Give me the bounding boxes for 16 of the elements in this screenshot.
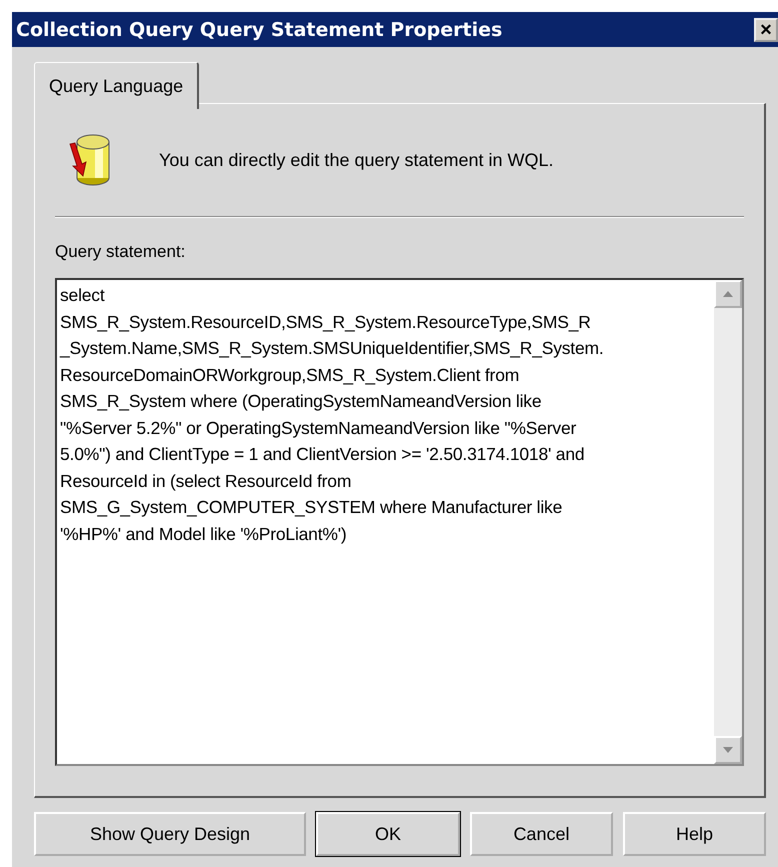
query-field[interactable]: select SMS_R_System.ResourceID,SMS_R_System.ResourceType,SMS_R _System.Name,SMS_R_System.SMSUniqueIdentifier,SMS_R_System. ResourceDomainORWorkgroup,SMS_R_System.Client from SMS_R_System where (OperatingSystemNameandVersion like "%Server 5.2%" or OperatingSystemNameandVersion like "%Server 5.0%") and ClientType = 1 and ClientVersion >= '2.50.3174.1018' and ResourceId in (select ResourceId from SMS_G_System_COMPUTER_SYSTEM where Manufacturer like '%HP%' and Model like '%ProLiant%'): [55, 278, 744, 766]
query-label: Query statement:: [55, 242, 186, 262]
database-icon: [69, 132, 111, 188]
scrollbar[interactable]: [714, 280, 742, 764]
dialog-button[interactable]: OK: [316, 812, 460, 856]
scroll-down-button[interactable]: [714, 736, 742, 764]
scroll-up-button[interactable]: [714, 280, 742, 308]
window-title: Collection Query Query Statement Properties: [16, 18, 502, 40]
down-arrow-icon: [723, 747, 733, 753]
info-text: You can directly edit the query statement in WQL.: [159, 150, 554, 170]
tab[interactable]: Query Language: [34, 62, 200, 109]
dialog-button[interactable]: Show Query Design: [34, 812, 306, 856]
close-button[interactable]: ×: [754, 18, 778, 42]
dialog-button[interactable]: Help: [622, 812, 766, 856]
up-arrow-icon: [723, 291, 733, 297]
dialog-button[interactable]: Cancel: [470, 812, 613, 856]
